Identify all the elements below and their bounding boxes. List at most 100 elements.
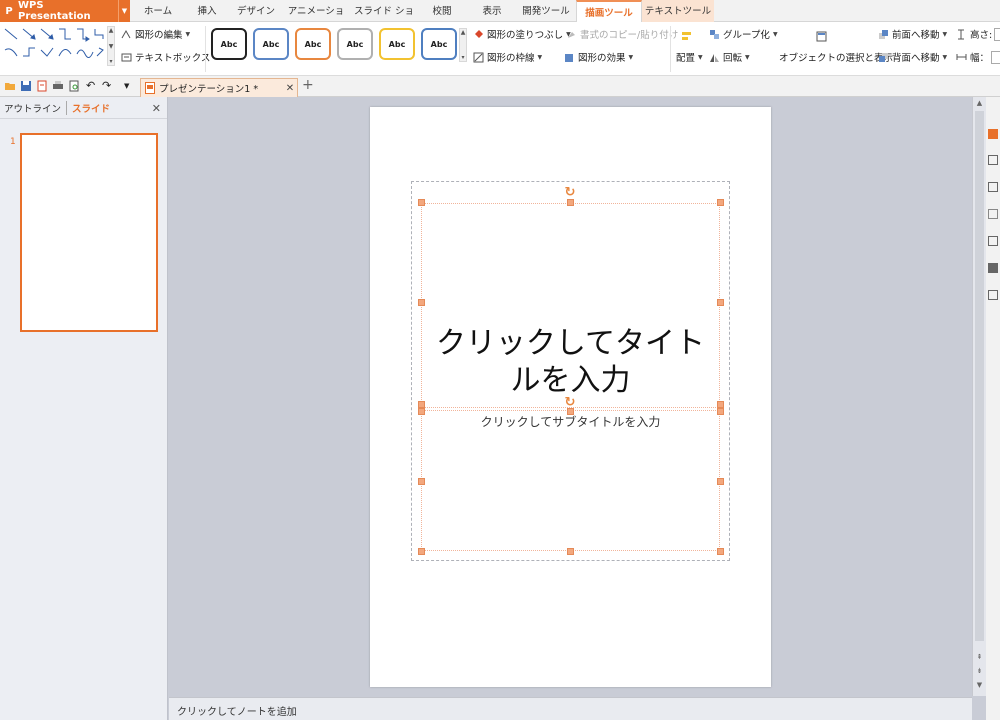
height-label: 高さ: [970,30,993,41]
scroll-up-icon[interactable]: ▲ [973,99,986,107]
height-icon [958,29,964,39]
shape-style-3[interactable]: Abc [295,28,331,60]
redo-icon[interactable]: ↷ [102,80,114,92]
tab-developer[interactable]: 開発ツール [518,0,574,22]
selection-pane-button[interactable]: オブジェクトの選択と表示 [779,49,893,65]
undo-icon[interactable]: ↶ [86,80,98,92]
backup-icon[interactable] [988,236,998,246]
width-input[interactable] [991,50,1000,64]
format-painter-icon [568,31,575,38]
rotate-handle-icon[interactable]: ↻ [563,186,577,200]
resize-handle[interactable] [717,401,724,408]
tab-text-tools[interactable]: テキストツール [642,0,714,22]
shape-icon[interactable] [988,182,998,192]
shape-effects-button[interactable]: 図形の効果 ▼ [564,49,633,65]
shape-style-4[interactable]: Abc [337,28,373,60]
resize-handle[interactable] [418,401,425,408]
task-pane-bar [986,97,1000,720]
style-label: Abc [388,39,406,49]
scroll-down-icon[interactable]: ▼ [973,681,986,689]
new-tab-icon[interactable]: + [302,77,314,93]
resize-handle[interactable] [418,478,425,485]
height-input[interactable] [994,27,1000,41]
tab-animation[interactable]: アニメーション [284,0,348,41]
tab-insert[interactable]: 挿入 [186,0,228,22]
send-backward-label: 背面へ移動 [892,53,940,64]
close-tab-icon[interactable]: ✕ [283,83,297,94]
task-pane-icon[interactable] [988,129,998,139]
style-gallery-scroll[interactable]: ▲ ▾ [459,28,467,62]
bring-forward-button[interactable]: 前面へ移動 ▼ [878,26,947,42]
layout-icon[interactable] [988,209,998,219]
copy-format-button[interactable]: 書式のコピー/貼り付け [566,26,678,42]
shape-outline-button[interactable]: 図形の枠線 ▼ [473,49,542,65]
group-button[interactable]: グループ化 ▼ [709,26,778,42]
save-icon[interactable] [20,80,32,92]
vertical-scrollbar[interactable]: ▲ ⇞ ⇟ ▼ [972,97,986,696]
resize-handle[interactable] [717,199,724,206]
prev-slide-icon[interactable]: ⇞ [973,653,986,661]
title-text[interactable]: クリックしてタイトルを入力 [421,325,720,399]
tab-home[interactable]: ホーム [136,0,180,22]
effects-icon [565,53,573,62]
next-slide-icon[interactable]: ⇟ [973,667,986,675]
align-icon-holder [681,28,695,44]
send-backward-button[interactable]: 背面へ移動 ▼ [878,49,947,65]
edit-shape-icon [121,29,131,38]
subtitle-text[interactable]: クリックしてサブタイトルを入力 [421,413,720,430]
help-icon[interactable] [988,290,998,300]
text-box-icon [121,53,132,61]
tab-slideshow[interactable]: スライド ショー [352,0,416,41]
export-pdf-icon[interactable] [36,80,48,92]
shape-style-5[interactable]: Abc [379,28,415,60]
paint-bucket-icon [475,29,483,38]
scroll-thumb[interactable] [975,111,984,641]
shape-fill-button[interactable]: 図形の塗りつぶし ▼ [473,26,571,42]
chevron-down-icon[interactable]: ▼ [118,0,130,22]
tab-drawing-tools[interactable]: 描画ツール [576,0,642,23]
customize-toolbar-icon[interactable]: ▼ [124,80,136,92]
shape-fill-label: 図形の塗りつぶし [487,30,564,41]
send-backward-icon [879,52,888,62]
print-icon[interactable] [52,80,64,92]
resize-handle[interactable] [418,299,425,306]
properties-icon[interactable] [988,155,998,165]
group-label: グループ化 [723,30,770,41]
tab-design[interactable]: デザイン [234,0,278,22]
tab-view[interactable]: 表示 [474,0,510,22]
resize-handle[interactable] [567,548,574,555]
document-tab[interactable]: プレゼンテーション1 * ✕ [140,78,298,97]
rotate-button[interactable]: 回転 ▼ [709,49,750,65]
open-folder-icon[interactable] [4,80,16,92]
close-panel-icon[interactable]: ✕ [152,102,161,115]
wps-logo-icon: P [5,5,13,17]
shape-style-6[interactable]: Abc [421,28,457,60]
menu-bar: P WPS Presentation ▼ ホーム 挿入 デザイン アニメーション… [0,0,1000,41]
tab-slides[interactable]: スライド [67,101,110,115]
tab-review[interactable]: 校閲 [422,0,462,22]
resize-handle[interactable] [418,199,425,206]
presentation-file-icon [145,82,155,94]
shape-gallery[interactable] [3,26,107,64]
shape-gallery-scroll[interactable]: ▲ ▼ ▾ [107,26,115,66]
shape-outline-label: 図形の枠線 [487,53,535,64]
shape-style-2[interactable]: Abc [253,28,289,60]
resize-handle[interactable] [717,478,724,485]
notes-pane[interactable]: クリックしてノートを追加 [169,697,972,720]
animation-icon[interactable] [988,263,998,273]
edit-shape-button[interactable]: 図形の編集 ▼ [121,26,190,42]
app-menu-button[interactable]: P WPS Presentation ▼ [0,0,130,22]
align-button[interactable]: 配置 ▼ [676,49,703,65]
resize-handle[interactable] [717,548,724,555]
resize-handle[interactable] [717,299,724,306]
resize-handle[interactable] [418,548,425,555]
document-tab-bar: ↶ ↷ ▼ プレゼンテーション1 * ✕ + [0,76,1000,97]
subtitle-placeholder[interactable] [421,410,720,551]
resize-handle[interactable] [567,199,574,206]
tab-outline[interactable]: アウトライン [4,100,68,115]
style-label: Abc [346,39,364,49]
shape-style-1[interactable]: Abc [211,28,247,60]
slide-thumbnail[interactable] [20,133,158,332]
text-box-button[interactable]: テキストボックス▼ [121,49,218,65]
print-preview-icon[interactable] [68,80,80,92]
